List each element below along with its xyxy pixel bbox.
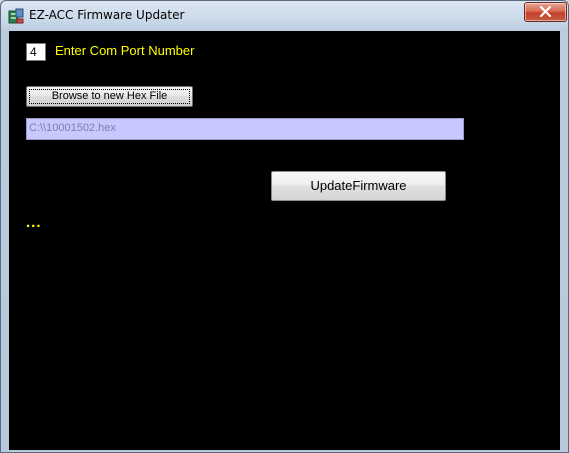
hex-file-path-field[interactable]: C:\\10001502.hex [26,118,464,140]
app-icon [8,8,24,24]
browse-hex-file-button[interactable]: Browse to new Hex File [26,86,193,107]
title-bar[interactable]: EZ-ACC Firmware Updater [1,1,568,31]
status-text: ... [26,214,42,231]
com-port-input[interactable]: 4 [26,43,46,61]
app-window: EZ-ACC Firmware Updater 4 Enter Com Port… [0,0,569,453]
update-firmware-button[interactable]: UpdateFirmware [271,171,446,201]
client-area: 4 Enter Com Port Number Browse to new He… [9,31,560,450]
window-title: EZ-ACC Firmware Updater [29,8,185,22]
com-port-label: Enter Com Port Number [55,43,195,58]
close-button[interactable] [524,2,567,22]
